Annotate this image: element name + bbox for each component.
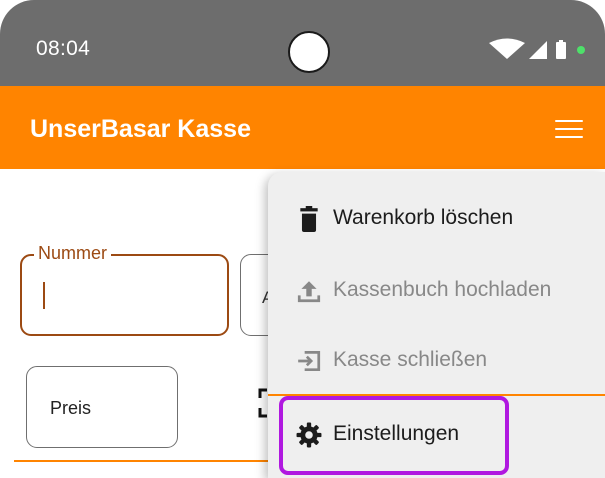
nummer-label: Nummer (34, 243, 112, 264)
logout-icon (298, 350, 321, 372)
menu-item-label: Warenkorb löschen (333, 206, 514, 229)
preis-input[interactable] (26, 366, 178, 448)
menu-divider (268, 394, 605, 396)
text-cursor (43, 282, 45, 309)
section-divider (14, 460, 268, 462)
nummer-input[interactable] (20, 254, 229, 336)
wifi-icon (489, 38, 525, 59)
menu-item-label: Kasse schließen (333, 348, 488, 371)
preis-label: Preis (50, 398, 92, 418)
status-time: 08:04 (36, 37, 91, 60)
overflow-menu: Warenkorb löschen Kassenbuch hochladen K… (268, 172, 605, 478)
app-title: UnserBasar Kasse (30, 115, 251, 143)
camera-cutout (288, 31, 330, 73)
menu-item-label: Einstellungen (333, 422, 460, 445)
menu-item-warenkorb-loeschen[interactable]: Warenkorb löschen (268, 188, 605, 250)
battery-icon (556, 40, 566, 59)
notification-dot-icon (577, 46, 585, 54)
menu-item-label: Kassenbuch hochladen (333, 278, 552, 301)
trash-icon (300, 206, 318, 232)
status-bar: 08:04 (0, 0, 605, 86)
hamburger-menu-icon[interactable] (555, 120, 583, 142)
signal-icon (529, 41, 547, 59)
device-screen: 08:04 UnserBasar Kasse Nummer A (0, 0, 605, 478)
menu-item-kasse-schliessen[interactable]: Kasse schließen (268, 330, 605, 392)
upload-icon (297, 281, 321, 303)
app-bar: UnserBasar Kasse (0, 86, 605, 169)
gear-icon (296, 422, 322, 448)
menu-item-einstellungen[interactable]: Einstellungen (268, 404, 605, 466)
menu-item-kassenbuch-hochladen[interactable]: Kassenbuch hochladen (268, 260, 605, 322)
status-icons (489, 38, 585, 59)
